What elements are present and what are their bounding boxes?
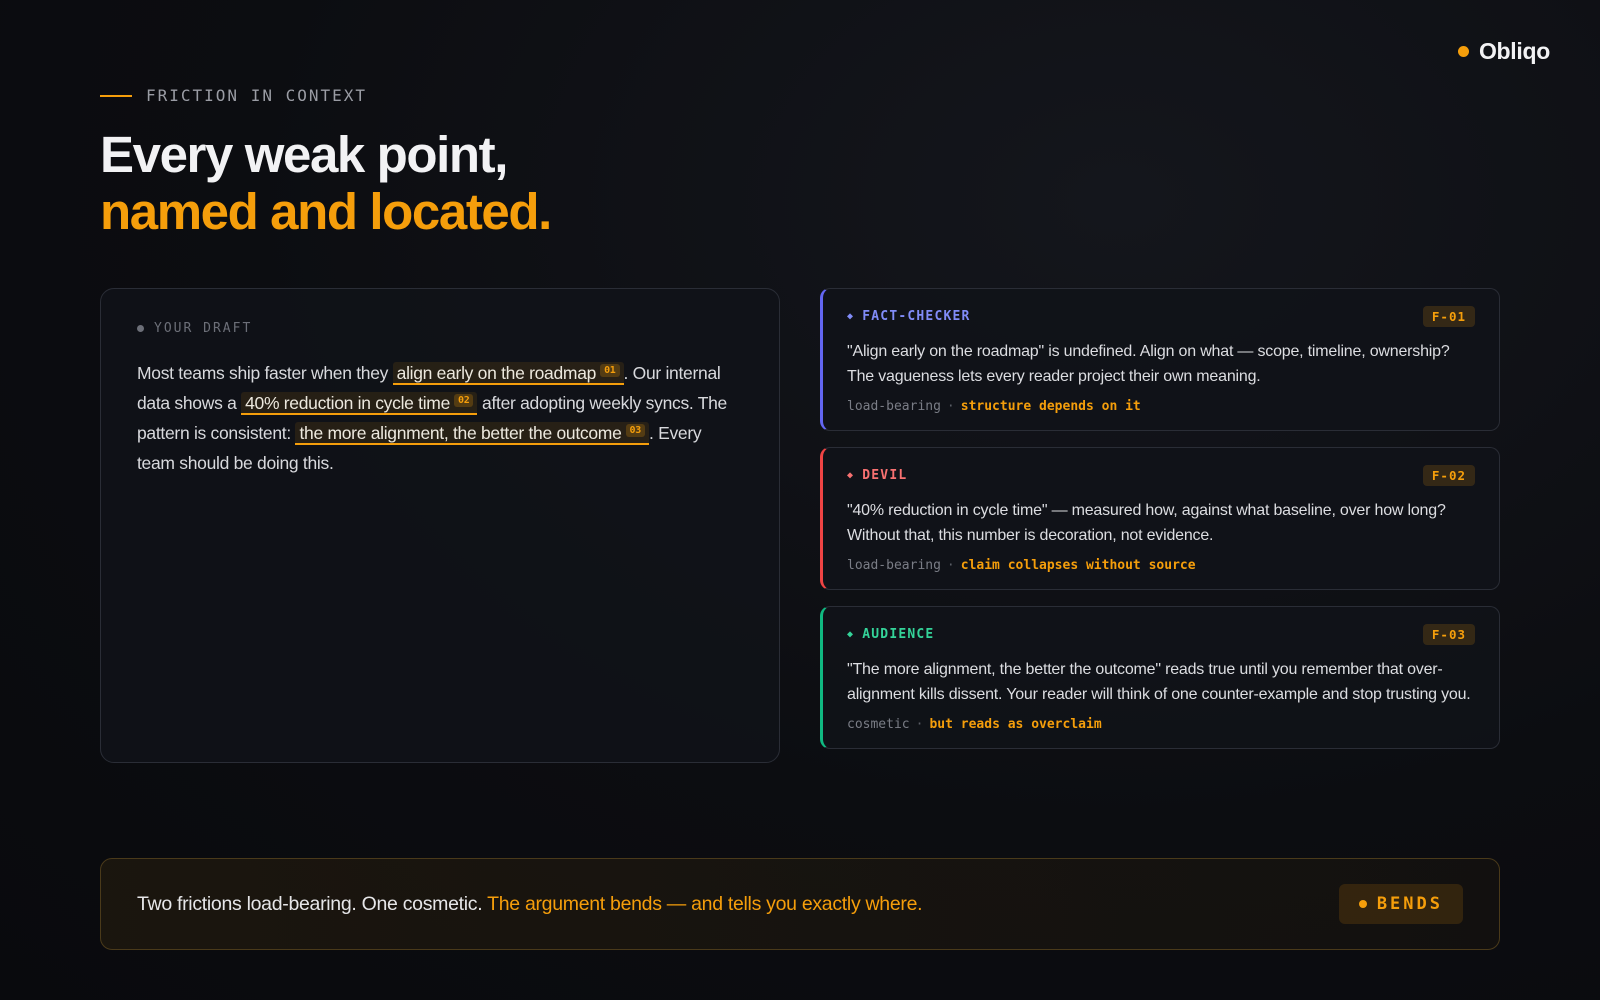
card-header: ◆ DEVIL F-02 — [847, 465, 1475, 486]
eyebrow-rule — [100, 94, 132, 97]
severity-label: cosmetic — [847, 717, 910, 732]
severity-note: but reads as overclaim — [929, 717, 1102, 732]
diamond-icon: ◆ — [847, 311, 855, 322]
card-role: ◆ FACT-CHECKER — [847, 309, 971, 324]
role-label: DEVIL — [862, 468, 908, 483]
draft-text: Most teams ship faster when they align e… — [137, 358, 743, 478]
friction-id-badge: F-01 — [1422, 306, 1475, 327]
title-line-2: named and located. — [100, 183, 552, 240]
verdict-badge: BENDS — [1338, 884, 1463, 924]
friction-list: ◆ FACT-CHECKER F-01 "Align early on the … — [820, 288, 1500, 765]
card-meta: cosmetic · but reads as overclaim — [847, 717, 1475, 732]
friction-marker: 02 — [454, 394, 474, 407]
page-title: Every weak point, named and located. — [100, 126, 552, 240]
title-line-1: Every weak point, — [100, 126, 508, 183]
draft-text-segment: Most teams ship faster when they — [137, 363, 393, 383]
card-meta: load-bearing · structure depends on it — [847, 399, 1475, 414]
card-meta: load-bearing · claim collapses without sou… — [847, 558, 1475, 573]
verdict-accent: The argument bends — and tells you exact… — [487, 892, 923, 915]
friction-card-fact-checker[interactable]: ◆ FACT-CHECKER F-01 "Align early on the … — [820, 288, 1500, 431]
friction-id-badge: F-02 — [1422, 465, 1475, 486]
card-body: "Align early on the roadmap" is undefine… — [847, 343, 1450, 385]
role-label: AUDIENCE — [862, 627, 935, 642]
card-role: ◆ DEVIL — [847, 468, 907, 483]
friction-card-audience[interactable]: ◆ AUDIENCE F-03 "The more alignment, the… — [820, 606, 1500, 749]
highlight-text: 40% reduction in cycle time — [245, 393, 451, 413]
card-role: ◆ AUDIENCE — [847, 627, 934, 642]
draft-dot-icon — [137, 325, 144, 332]
severity-label: load-bearing — [847, 399, 941, 414]
card-body: "40% reduction in cycle time" — measured… — [847, 502, 1446, 544]
badge-dot-icon — [1358, 900, 1367, 908]
severity-label: load-bearing — [847, 558, 941, 573]
highlight-text: the more alignment, the better the outco… — [299, 423, 622, 443]
section-eyebrow: FRICTION IN CONTEXT — [100, 86, 367, 105]
diamond-icon: ◆ — [847, 470, 855, 481]
friction-highlight-03[interactable]: the more alignment, the better the outco… — [295, 422, 649, 445]
verdict-summary: Two frictions load-bearing. One cosmetic… — [137, 892, 488, 915]
draft-panel: YOUR DRAFT Most teams ship faster when t… — [100, 288, 780, 763]
verdict-text: Two frictions load-bearing. One cosmetic… — [137, 892, 923, 916]
draft-label-text: YOUR DRAFT — [154, 321, 253, 336]
draft-label: YOUR DRAFT — [137, 321, 743, 336]
card-body: "The more alignment, the better the outc… — [847, 661, 1471, 703]
meta-separator: · — [915, 717, 924, 732]
eyebrow-label: FRICTION IN CONTEXT — [146, 86, 368, 105]
brand-name: Obliqo — [1478, 38, 1550, 64]
severity-note: claim collapses without source — [960, 558, 1196, 573]
diamond-icon: ◆ — [847, 629, 855, 640]
badge-label: BENDS — [1376, 894, 1443, 914]
card-header: ◆ AUDIENCE F-03 — [847, 624, 1475, 645]
card-header: ◆ FACT-CHECKER F-01 — [847, 306, 1475, 327]
role-label: FACT-CHECKER — [862, 309, 971, 324]
friction-marker: 03 — [625, 424, 645, 437]
severity-note: structure depends on it — [960, 399, 1141, 414]
friction-id-badge: F-03 — [1422, 624, 1475, 645]
meta-separator: · — [946, 558, 955, 573]
brand-logo: Obliqo — [1457, 38, 1550, 65]
highlight-text: align early on the roadmap — [396, 363, 597, 383]
friction-highlight-02[interactable]: 40% reduction in cycle time 02 — [241, 392, 478, 415]
friction-card-devil[interactable]: ◆ DEVIL F-02 "40% reduction in cycle tim… — [820, 447, 1500, 590]
brand-dot-icon — [1457, 46, 1469, 57]
friction-marker: 01 — [600, 364, 620, 377]
meta-separator: · — [946, 399, 955, 414]
verdict-banner: Two frictions load-bearing. One cosmetic… — [100, 858, 1500, 950]
friction-highlight-01[interactable]: align early on the roadmap 01 — [392, 362, 624, 385]
